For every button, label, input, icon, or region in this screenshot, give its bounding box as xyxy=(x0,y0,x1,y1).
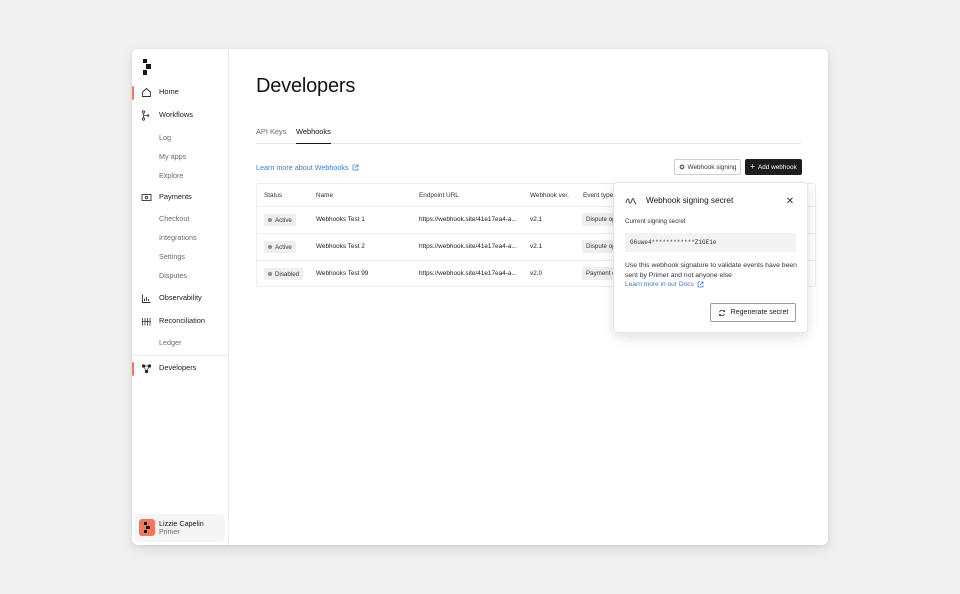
tab-api-keys[interactable]: API Keys xyxy=(256,127,286,144)
close-icon[interactable]: ✕ xyxy=(784,195,796,207)
status-dot xyxy=(268,218,272,222)
sidebar-item-my-apps[interactable]: My apps xyxy=(159,152,186,161)
docs-link[interactable]: Learn more in our Docs xyxy=(625,281,704,288)
sidebar: Home Workflows Log My apps Explore Payme… xyxy=(132,49,229,545)
status-text: Active xyxy=(275,243,292,251)
sidebar-item-checkout[interactable]: Checkout xyxy=(159,214,189,223)
gear-icon xyxy=(679,164,684,170)
external-link-icon xyxy=(697,281,704,288)
regenerate-label: Regenerate secret xyxy=(730,309,789,316)
status-text: Disabled xyxy=(275,270,300,278)
sidebar-item-workflows[interactable]: Workflows xyxy=(132,107,228,125)
webhook-signing-label: Webhook signing xyxy=(687,163,737,171)
learn-more-webhooks-link[interactable]: Learn more about Webhooks xyxy=(256,163,359,172)
learn-more-label: Learn more about Webhooks xyxy=(256,163,349,172)
column-header-name: Name xyxy=(316,192,334,199)
reconciliation-icon xyxy=(141,318,151,326)
status-badge: Active xyxy=(264,214,296,226)
user-profile[interactable]: Lizzie Capelin Primer xyxy=(135,514,225,542)
webhook-name: Webhooks Test 2 xyxy=(316,243,365,250)
webhook-version: v2.0 xyxy=(530,270,543,277)
sidebar-item-label: Reconciliation xyxy=(159,316,206,325)
sidebar-item-label: Observability xyxy=(159,293,202,302)
refresh-icon xyxy=(718,309,725,316)
status-dot xyxy=(268,245,272,249)
webhook-version: v2.1 xyxy=(530,216,543,223)
tab-webhooks[interactable]: Webhooks xyxy=(296,127,331,144)
secret-value: G6uwe4************Z1GE1e xyxy=(630,239,717,246)
webhook-signing-popover: Webhook signing secret ✕ Current signing… xyxy=(613,182,808,333)
sidebar-item-label: Payments xyxy=(159,192,192,201)
sidebar-item-developers[interactable]: Developers xyxy=(132,360,228,378)
endpoint-url: https://webhook.site/41e17ea4-a... xyxy=(419,270,517,277)
popover-description: Use this webhook signature to validate e… xyxy=(625,262,797,279)
tab-bar: API Keys Webhooks xyxy=(256,125,801,144)
plus-icon: + xyxy=(750,162,755,171)
popover-title: Webhook signing secret xyxy=(646,196,734,205)
user-name: Lizzie Capelin xyxy=(159,519,204,528)
avatar xyxy=(139,519,155,536)
sidebar-item-payments[interactable]: Payments xyxy=(132,189,228,207)
column-header-status: Status xyxy=(264,192,283,199)
developers-icon xyxy=(141,364,152,374)
webhook-version: v2.1 xyxy=(530,243,543,250)
active-indicator xyxy=(132,362,134,376)
status-badge: Active xyxy=(264,241,296,253)
column-header-version: Webhook ver. xyxy=(530,192,569,199)
sidebar-item-integrations[interactable]: Integrations xyxy=(159,233,197,242)
sidebar-item-label: Workflows xyxy=(159,110,193,119)
active-indicator xyxy=(132,86,134,100)
secret-field[interactable]: G6uwe4************Z1GE1e xyxy=(625,233,796,252)
add-webhook-label: Add webhook xyxy=(757,163,797,171)
webhook-name: Webhooks Test 1 xyxy=(316,216,365,223)
chart-icon xyxy=(142,294,151,303)
primer-logo[interactable] xyxy=(143,59,153,75)
current-secret-label: Current signing secret xyxy=(625,218,686,225)
column-header-event-types: Event types xyxy=(583,192,617,199)
status-text: Active xyxy=(275,216,292,224)
sidebar-item-home[interactable]: Home xyxy=(132,84,228,102)
home-icon xyxy=(142,87,151,97)
endpoint-url: https://webhook.site/41e17ea4-a... xyxy=(419,216,517,223)
webhook-signing-button[interactable]: Webhook signing xyxy=(674,159,741,175)
status-dot xyxy=(268,272,272,276)
payments-icon xyxy=(141,194,152,201)
external-link-icon xyxy=(352,164,358,171)
sidebar-item-label: Home xyxy=(159,87,179,96)
sidebar-item-reconciliation[interactable]: Reconciliation xyxy=(132,313,228,331)
sidebar-item-disputes[interactable]: Disputes xyxy=(159,271,187,280)
sidebar-item-log[interactable]: Log xyxy=(159,133,171,142)
column-header-endpoint: Endpoint URL xyxy=(419,192,459,199)
sidebar-item-settings[interactable]: Settings xyxy=(159,252,185,261)
status-badge: Disabled xyxy=(264,268,304,280)
sidebar-item-explore[interactable]: Explore xyxy=(159,171,183,180)
regenerate-secret-button[interactable]: Regenerate secret xyxy=(710,303,796,322)
page-title: Developers xyxy=(256,75,356,97)
endpoint-url: https://webhook.site/41e17ea4-a... xyxy=(419,243,517,250)
signature-icon xyxy=(625,198,637,205)
sidebar-item-observability[interactable]: Observability xyxy=(132,290,228,308)
workflows-icon xyxy=(141,110,150,121)
sidebar-divider xyxy=(132,355,228,356)
primer-logo xyxy=(144,522,150,533)
webhook-name: Webhooks Test 99 xyxy=(316,270,369,277)
user-org: Primer xyxy=(159,529,180,536)
docs-link-label: Learn more in our Docs xyxy=(625,281,694,288)
app-window: Home Workflows Log My apps Explore Payme… xyxy=(132,49,828,545)
sidebar-item-label: Developers xyxy=(159,363,197,372)
add-webhook-button[interactable]: + Add webhook xyxy=(745,159,802,175)
sidebar-item-ledger[interactable]: Ledger xyxy=(159,338,181,347)
